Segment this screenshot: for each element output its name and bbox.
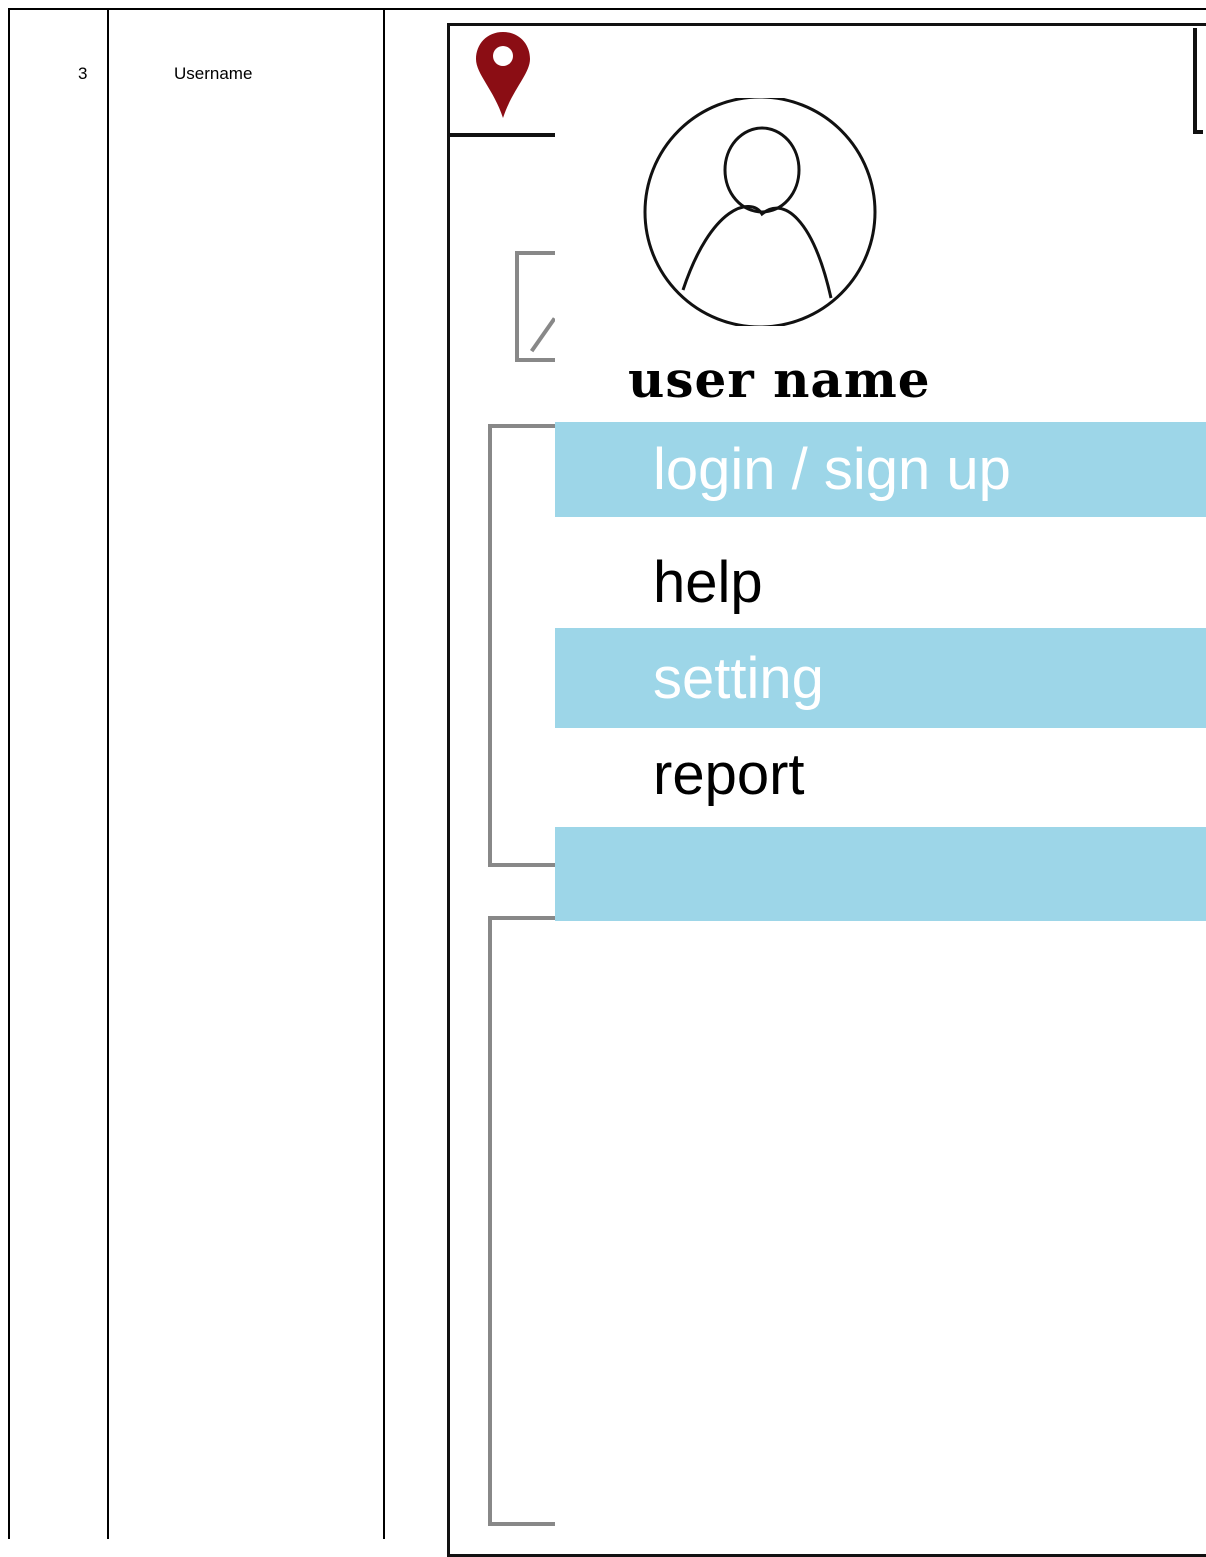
map-pin-icon[interactable] <box>474 30 532 120</box>
column-divider-1 <box>107 8 109 1539</box>
user-avatar-icon[interactable] <box>641 98 879 326</box>
column-divider-2 <box>383 8 385 1539</box>
menu-item-label: login / sign up <box>653 437 1011 502</box>
row-label: Username <box>174 64 253 83</box>
menu-item-label: help <box>653 549 763 615</box>
menu-item-report[interactable]: report <box>555 728 1206 820</box>
menu-item-setting[interactable]: setting <box>555 628 1206 728</box>
header-button-edge <box>1193 28 1203 134</box>
menu-item-login-signup[interactable]: login / sign up <box>555 422 1206 517</box>
row-number: 3 <box>78 64 88 83</box>
menu-item-label: setting <box>653 645 824 711</box>
user-name-label: user name <box>628 350 931 409</box>
menu-item-empty[interactable] <box>555 827 1206 921</box>
header-divider <box>450 133 555 137</box>
menu-item-label: report <box>653 741 805 807</box>
menu-item-help[interactable]: help <box>555 536 1206 628</box>
